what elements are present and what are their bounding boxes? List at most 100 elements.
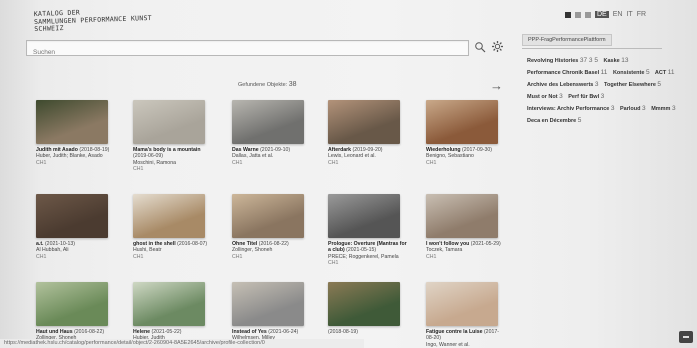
- card-author: Moschini, Ramona: [133, 159, 176, 166]
- result-card[interactable]: Haut und Haus (2016-08-22)Zollinger, Sho…: [36, 282, 116, 342]
- facet-label: Performance Chronik Basel: [527, 70, 600, 76]
- search-icon[interactable]: [474, 41, 486, 53]
- card-date: (2021-05-15): [346, 247, 377, 254]
- facet-count: 5: [657, 81, 662, 88]
- thumbnail-image[interactable]: [133, 194, 205, 238]
- facet-label: Interviews: Archiv Performance: [527, 106, 610, 112]
- table-view-icon[interactable]: [585, 11, 591, 18]
- search-input[interactable]: [27, 45, 468, 60]
- facet-item[interactable]: Must or Not 3: [527, 93, 563, 100]
- thumbnail-image[interactable]: [232, 282, 304, 326]
- result-card[interactable]: ghost in the shell (2016-08-07) Hushi, Be…: [133, 194, 213, 260]
- result-card[interactable]: Instead of Yes (2021-06-24)Wilhelmsen, M…: [232, 282, 312, 342]
- card-title: Mama's body is a mountain: [133, 147, 201, 153]
- brand-logo[interactable]: KATALOG DER SAMMLUNGEN PERFORMANCE KUNST…: [34, 7, 153, 34]
- result-card[interactable]: Wiederholung (2017-09-30) Benigno, Sebast…: [426, 100, 506, 166]
- result-card[interactable]: Das Warne (2021-09-10) Dallas, Jatta et a…: [232, 100, 312, 166]
- thumbnail-image[interactable]: [328, 194, 400, 238]
- result-card[interactable]: I won't follow you (2021-05-29) Toczek, T…: [426, 194, 506, 260]
- thumbnail-image[interactable]: [36, 100, 108, 144]
- result-card[interactable]: Helene (2021-05-22)Hubier, Judith: [133, 282, 213, 342]
- thumbnail-image[interactable]: [328, 100, 400, 144]
- facet-label: Together Elsewhere: [604, 82, 656, 88]
- thumbnail-image[interactable]: [133, 282, 205, 326]
- facet-item[interactable]: Perf für Bwl 3: [568, 93, 605, 100]
- thumbnail-image[interactable]: [133, 100, 205, 144]
- thumbnail-image[interactable]: [426, 282, 498, 326]
- facet-item[interactable]: Performance Chronik Basel 11: [527, 69, 607, 76]
- result-card[interactable]: Ohne Titel (2016-08-22) Zollinger, Shoneh…: [232, 194, 312, 260]
- card-date: (2016-08-07): [177, 241, 208, 247]
- card-credit: CH1: [133, 253, 144, 260]
- next-page-arrow-icon[interactable]: →: [490, 78, 503, 93]
- chat-icon[interactable]: [679, 331, 693, 343]
- facet-label: Kaske: [603, 58, 620, 64]
- card-author: Lewis, Leonard et al.: [328, 153, 376, 160]
- facet-item[interactable]: Archive des Lebenswerts 3: [527, 81, 599, 88]
- thumbnail-image[interactable]: [232, 194, 304, 238]
- card-author: PRECE; Roggenkerel, Pamela: [328, 253, 399, 260]
- facet-item[interactable]: Kaske 13: [603, 57, 629, 64]
- facet-count: 3: [600, 93, 605, 100]
- card-credit: CH1: [328, 159, 339, 166]
- list-view-icon[interactable]: [575, 11, 581, 18]
- result-card[interactable]: Afterdark (2019-09-20) Lewis, Leonard et …: [328, 100, 408, 166]
- facet-item[interactable]: ACT 11: [655, 69, 675, 76]
- facet-item[interactable]: Together Elsewhere 5: [604, 81, 662, 88]
- result-card[interactable]: a.t. (2021-10-13) Al Hubbah, Ali CH1: [36, 194, 116, 260]
- facet-label: Must or Not: [527, 94, 558, 100]
- card-title: Afterdark: [328, 147, 352, 153]
- card-title: ghost in the shell: [133, 241, 176, 247]
- facet-count: 5: [577, 117, 582, 124]
- facet-item[interactable]: Interviews: Archiv Performance 3: [527, 105, 614, 112]
- results-count: Gefundene Objekte: 38: [238, 81, 297, 88]
- result-card[interactable]: (2018-08-19): [328, 282, 408, 342]
- card-credit: CH1: [36, 253, 47, 260]
- result-card[interactable]: Mama's body is a mountain (2019-06-09) Mo…: [133, 100, 213, 172]
- facet-item[interactable]: Konsistente 5: [613, 69, 650, 76]
- grid-view-icon[interactable]: [565, 11, 571, 18]
- facet-item[interactable]: Deca en Décembre 5: [527, 117, 582, 124]
- card-credit: CH1: [426, 159, 437, 166]
- facet-label: Parloud: [620, 106, 641, 112]
- result-card[interactable]: Judith mit Asado (2018-08-19) Huber, Judi…: [36, 100, 116, 166]
- card-credit: CH1: [36, 159, 47, 166]
- language-de[interactable]: DE: [595, 11, 609, 18]
- search-bar: [26, 40, 469, 60]
- language-en[interactable]: EN: [613, 11, 623, 18]
- facet-count: 3: [642, 105, 646, 112]
- card-title: Haut und Haus: [36, 329, 73, 335]
- card-author: Huber, Judith; Blanke, Asado: [36, 153, 103, 160]
- card-date: (2021-10-13): [44, 241, 75, 247]
- facet-divider: [522, 48, 662, 49]
- card-title: Instead of Yes: [232, 329, 267, 335]
- result-card[interactable]: Prologue: Overture (Mantras for a club) …: [328, 194, 408, 266]
- card-caption: Wiederholung (2017-09-30) Benigno, Sebast…: [426, 147, 506, 166]
- facet-count: 5: [645, 69, 650, 76]
- language-fr[interactable]: FR: [637, 11, 646, 18]
- card-credit: CH1: [232, 159, 243, 166]
- card-title: I won't follow you: [426, 241, 470, 247]
- thumbnail-image[interactable]: [36, 194, 108, 238]
- thumbnail-image[interactable]: [36, 282, 108, 326]
- thumbnail-image[interactable]: [232, 100, 304, 144]
- result-card[interactable]: Fatigue contre la Luise (2017-08-20) Ingo…: [426, 282, 506, 348]
- facet-item[interactable]: Revolving Histories 37 3 5: [527, 57, 598, 64]
- card-caption: a.t. (2021-10-13) Al Hubbah, Ali CH1: [36, 241, 116, 260]
- facet-item[interactable]: Mmmm 3: [651, 105, 675, 112]
- thumbnail-image[interactable]: [328, 282, 400, 326]
- language-it[interactable]: IT: [626, 11, 632, 18]
- facet-item[interactable]: Parloud 3: [620, 105, 646, 112]
- card-author: Benigno, Sebastiano: [426, 153, 474, 160]
- thumbnail-image[interactable]: [426, 100, 498, 144]
- card-author: Al Hubbah, Ali: [36, 247, 69, 254]
- card-caption: Judith mit Asado (2018-08-19) Huber, Judi…: [36, 147, 116, 166]
- facet-label: Mmmm: [651, 106, 671, 112]
- gear-icon[interactable]: [491, 40, 504, 53]
- facet-panel-header[interactable]: PPP-FragPerformancePlattform: [522, 34, 612, 46]
- results-label: Gefundene Objekte:: [238, 82, 288, 88]
- card-caption: Prologue: Overture (Mantras for a club) …: [328, 241, 408, 266]
- thumbnail-image[interactable]: [426, 194, 498, 238]
- card-caption: Das Warne (2021-09-10) Dallas, Jatta et a…: [232, 147, 312, 166]
- card-caption: Afterdark (2019-09-20) Lewis, Leonard et …: [328, 147, 408, 166]
